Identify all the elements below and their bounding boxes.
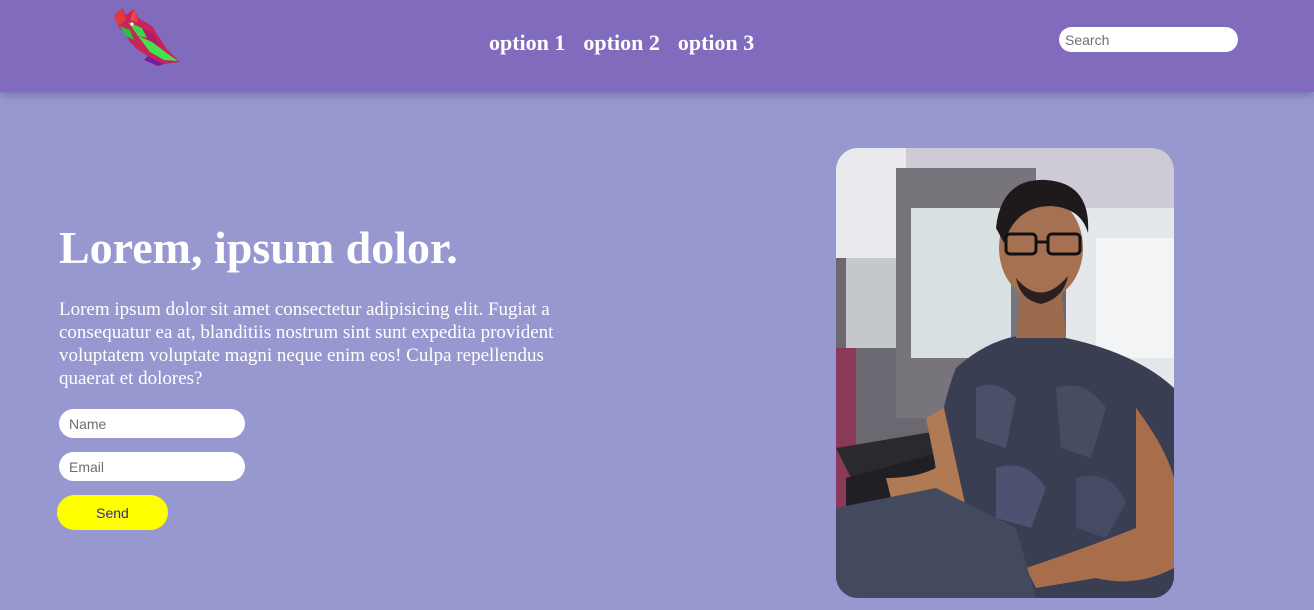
wolf-logo-icon[interactable]: [108, 6, 184, 68]
search-input[interactable]: [1059, 27, 1238, 52]
hero-title: Lorem, ipsum dolor.: [59, 222, 458, 273]
send-button[interactable]: Send: [57, 495, 168, 530]
name-field[interactable]: [59, 409, 245, 438]
navbar: option 1 option 2 option 3: [0, 0, 1314, 92]
nav-option-3[interactable]: option 3: [669, 28, 763, 58]
email-field[interactable]: [59, 452, 245, 481]
nav-option-2[interactable]: option 2: [574, 28, 668, 58]
main-nav: option 1 option 2 option 3: [480, 28, 763, 58]
person-photo: [836, 148, 1174, 598]
nav-option-1[interactable]: option 1: [480, 28, 574, 58]
hero-description: Lorem ipsum dolor sit amet consectetur a…: [59, 299, 554, 389]
